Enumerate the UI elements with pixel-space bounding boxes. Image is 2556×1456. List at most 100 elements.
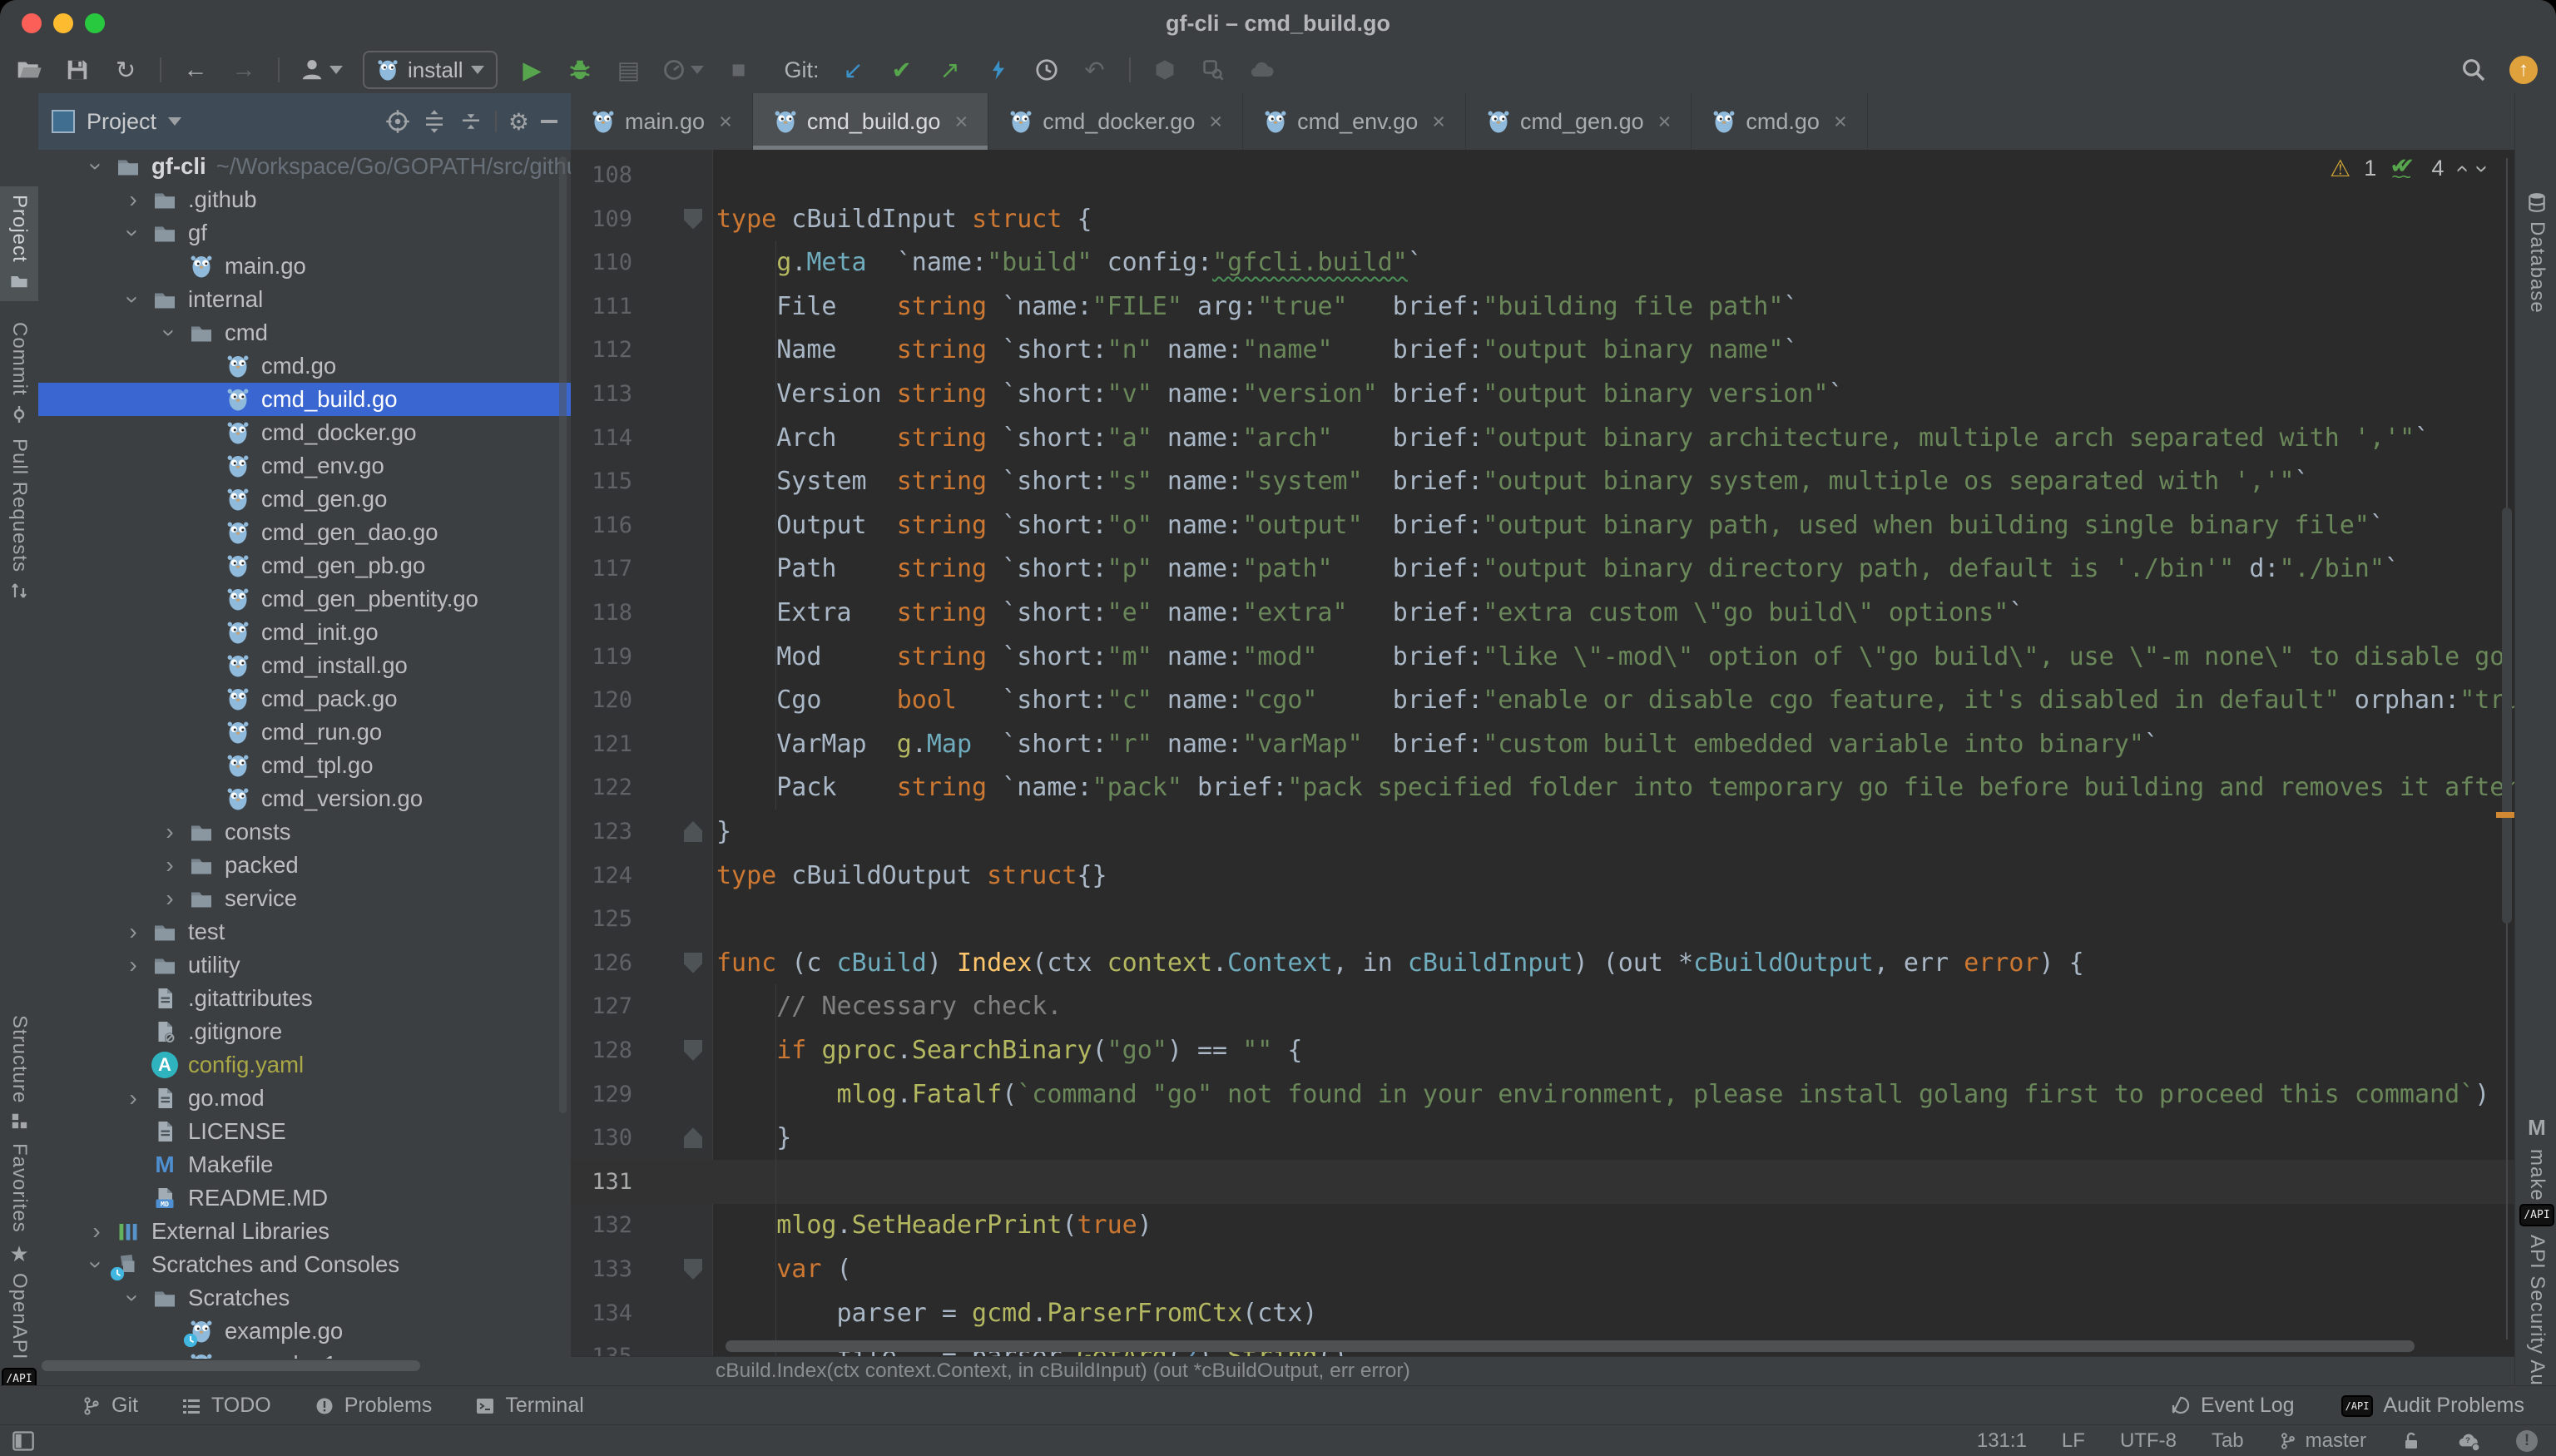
tool-stripe-commit[interactable]: Commit xyxy=(0,322,38,424)
project-tool-window-header[interactable]: Project ⚙ xyxy=(38,93,571,150)
chevron-collapsed-icon[interactable]: › xyxy=(153,852,186,879)
tool-stripe-database[interactable]: Database xyxy=(2517,191,2556,314)
tree-item-.gitattributes[interactable]: .gitattributes xyxy=(38,982,571,1015)
tree-item-packed[interactable]: ›packed xyxy=(38,849,571,882)
git-fetch-icon[interactable] xyxy=(984,52,1013,88)
fold-marker-icon[interactable] xyxy=(684,953,702,973)
close-icon[interactable]: × xyxy=(954,109,968,135)
save-icon[interactable] xyxy=(63,52,92,88)
chevron-collapsed-icon[interactable]: › xyxy=(153,819,186,845)
tool-stripe-project[interactable]: Project xyxy=(0,186,38,301)
tool-stripe-openapi[interactable]: OpenAPI /API xyxy=(0,1273,38,1390)
chevron-collapsed-icon[interactable]: › xyxy=(116,919,150,945)
file-encoding[interactable]: UTF-8 xyxy=(2120,1429,2177,1453)
code-line-132[interactable]: 132 mlog.SetHeaderPrint(true) xyxy=(571,1203,2514,1247)
inspections-status-icon[interactable]: ! xyxy=(2516,1430,2538,1452)
fold-marker-icon[interactable] xyxy=(684,1127,702,1148)
tree-item-cmd_docker.go[interactable]: cmd_docker.go xyxy=(38,416,571,449)
tree-item-.gitignore[interactable]: .gitignore xyxy=(38,1015,571,1048)
tree-item-go.mod[interactable]: ›go.mod xyxy=(38,1082,571,1115)
tree-item-cmd_install.go[interactable]: cmd_install.go xyxy=(38,649,571,682)
fold-marker-icon[interactable] xyxy=(684,821,702,842)
code-line-120[interactable]: 120 Cgo bool `short:"c" name:"cgo" brief… xyxy=(571,678,2514,722)
chevron-expanded-icon[interactable]: › xyxy=(153,319,186,346)
tree-item-cmd[interactable]: ›cmd xyxy=(38,316,571,349)
code-line-134[interactable]: 134 parser = gcmd.ParserFromCtx(ctx) xyxy=(571,1291,2514,1335)
toolwindow-git[interactable]: Git xyxy=(82,1394,138,1418)
editor-tab-cmd_docker.go[interactable]: cmd_docker.go× xyxy=(988,93,1243,150)
chevron-collapsed-icon[interactable]: › xyxy=(116,186,150,213)
collapse-all-icon[interactable] xyxy=(458,109,483,134)
code-line-115[interactable]: 115 System string `short:"s" name:"syste… xyxy=(571,459,2514,503)
fold-marker-icon[interactable] xyxy=(684,209,702,230)
project-tree-horizontal-scrollbar[interactable] xyxy=(42,1360,420,1371)
tree-item-config.yaml[interactable]: Aconfig.yaml xyxy=(38,1048,571,1082)
close-icon[interactable]: × xyxy=(1658,109,1672,135)
hide-tool-window-icon[interactable] xyxy=(541,120,557,123)
inspection-widget[interactable]: ⚠ 1 ✔✔~~ 4 › › xyxy=(2330,155,2486,182)
indent-style[interactable]: Tab xyxy=(2212,1429,2244,1453)
code-line-116[interactable]: 116 Output string `short:"o" name:"outpu… xyxy=(571,503,2514,547)
code-line-123[interactable]: 123} xyxy=(571,810,2514,854)
tree-item-cmd_pack.go[interactable]: cmd_pack.go xyxy=(38,682,571,716)
toolwindow-audit-problems[interactable]: /API Audit Problems xyxy=(2341,1394,2524,1418)
code-with-me-icon[interactable]: ? xyxy=(2456,1430,2481,1452)
gear-icon[interactable]: ⚙ xyxy=(508,108,529,136)
code-line-126[interactable]: 126func (c cBuild) Index(ctx context.Con… xyxy=(571,941,2514,985)
tree-item-Makefile[interactable]: MMakefile xyxy=(38,1148,571,1181)
tool-stripe-api-security-audit[interactable]: /API API Security Audit xyxy=(2517,1204,2556,1409)
fold-marker-icon[interactable] xyxy=(684,1040,702,1061)
tree-item-utility[interactable]: ›utility xyxy=(38,948,571,982)
code-line-121[interactable]: 121 VarMap g.Map `short:"r" name:"varMap… xyxy=(571,722,2514,766)
code-line-122[interactable]: 122 Pack string `name:"pack" brief:"pack… xyxy=(571,765,2514,810)
editor-horizontal-scrollbar[interactable] xyxy=(726,1340,2415,1352)
git-update-icon[interactable]: ↙ xyxy=(840,52,868,88)
chevron-expanded-icon[interactable]: › xyxy=(80,153,113,180)
code-line-124[interactable]: 124type cBuildOutput struct{} xyxy=(571,854,2514,898)
tree-item-cmd_gen_pbentity.go[interactable]: cmd_gen_pbentity.go xyxy=(38,582,571,616)
code-line-128[interactable]: 128 if gproc.SearchBinary("go") == "" { xyxy=(571,1028,2514,1072)
ide-update-icon[interactable]: ↑ xyxy=(2509,56,2538,84)
code-line-130[interactable]: 130 } xyxy=(571,1116,2514,1160)
code-line-119[interactable]: 119 Mod string `short:"m" name:"mod" bri… xyxy=(571,635,2514,679)
chevron-down-icon[interactable] xyxy=(168,117,181,126)
chevron-expanded-icon[interactable]: › xyxy=(116,220,150,246)
git-branch-widget[interactable]: master xyxy=(2279,1429,2366,1453)
code-line-131[interactable]: 131 xyxy=(571,1160,2514,1204)
chevron-collapsed-icon[interactable]: › xyxy=(116,1085,150,1112)
close-icon[interactable]: × xyxy=(1432,109,1445,135)
chevron-collapsed-icon[interactable]: › xyxy=(153,885,186,912)
tree-item-gf-cli[interactable]: ›gf-cli~/Workspace/Go/GOPATH/src/github xyxy=(38,150,571,183)
tree-item-cmd_gen_pb.go[interactable]: cmd_gen_pb.go xyxy=(38,549,571,582)
code-line-112[interactable]: 112 Name string `short:"n" name:"name" b… xyxy=(571,328,2514,372)
editor-tab-main.go[interactable]: main.go× xyxy=(571,93,753,150)
editor-vertical-scrollbar[interactable] xyxy=(2502,508,2512,924)
code-line-111[interactable]: 111 File string `name:"FILE" arg:"true" … xyxy=(571,285,2514,329)
tree-item-External Libraries[interactable]: ›External Libraries xyxy=(38,1215,571,1248)
toolwindow-terminal[interactable]: Terminal xyxy=(475,1394,583,1418)
code-line-113[interactable]: 113 Version string `short:"v" name:"vers… xyxy=(571,372,2514,416)
code-line-125[interactable]: 125 xyxy=(571,897,2514,941)
open-icon[interactable] xyxy=(15,52,43,88)
history-icon[interactable] xyxy=(1033,52,1061,88)
tree-item-main.go[interactable]: main.go xyxy=(38,250,571,283)
editor-tab-cmd_gen.go[interactable]: cmd_gen.go× xyxy=(1466,93,1692,150)
editor-tab-cmd_build.go[interactable]: cmd_build.go× xyxy=(753,93,988,150)
tree-item-Scratches[interactable]: ›Scratches xyxy=(38,1281,571,1315)
run-button[interactable]: ▶ xyxy=(518,52,546,88)
toolwindow-todo[interactable]: TODO xyxy=(181,1394,271,1418)
chevron-expanded-icon[interactable]: › xyxy=(80,1251,113,1278)
code-line-133[interactable]: 133 var ( xyxy=(571,1247,2514,1291)
tree-item-example.go[interactable]: example.go xyxy=(38,1315,571,1348)
code-line-118[interactable]: 118 Extra string `short:"e" name:"extra"… xyxy=(571,591,2514,635)
chevron-collapsed-icon[interactable]: › xyxy=(80,1218,113,1245)
chevron-expanded-icon[interactable]: › xyxy=(116,286,150,313)
sync-icon[interactable]: ↻ xyxy=(111,52,140,88)
expand-all-icon[interactable] xyxy=(422,109,447,134)
tree-item-cmd_build.go[interactable]: cmd_build.go xyxy=(38,383,571,416)
debug-button[interactable] xyxy=(566,52,594,88)
tree-item-cmd_version.go[interactable]: cmd_version.go xyxy=(38,782,571,815)
toolwindow-event-log[interactable]: Event Log xyxy=(2171,1394,2295,1418)
code-line-110[interactable]: 110 g.Meta `name:"build" config:"gfcli.b… xyxy=(571,240,2514,285)
next-problem-icon[interactable]: › xyxy=(2469,165,2495,172)
